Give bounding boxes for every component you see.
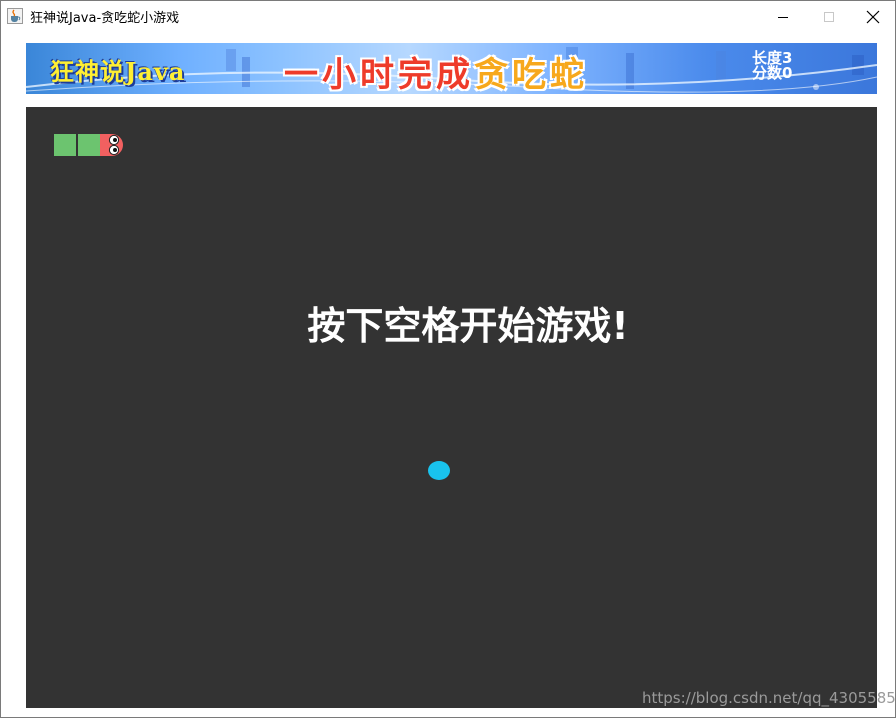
- banner-brand-text: 狂神说Java: [50, 57, 186, 86]
- close-button[interactable]: [850, 1, 895, 32]
- header-banner: 狂神说Java 一小时完成贪吃蛇 长度3 分数0: [26, 43, 877, 94]
- score-panel: 长度3 分数0: [752, 51, 792, 81]
- score-label: 分数0: [752, 64, 793, 82]
- snake-head-icon: [100, 134, 123, 156]
- food-pellet: [428, 461, 450, 480]
- minimize-button[interactable]: [760, 1, 806, 32]
- maximize-icon: [824, 11, 834, 22]
- title-bar[interactable]: 狂神说Java-贪吃蛇小游戏: [1, 1, 895, 32]
- maximize-button[interactable]: [806, 1, 852, 32]
- start-game-message: 按下空格开始游戏!: [307, 304, 629, 348]
- watermark-url: https://blog.csdn.net/qq_43055855: [642, 689, 896, 707]
- banner-headline-part1: 一小时完成: [284, 55, 474, 94]
- game-window: 狂神说Java-贪吃蛇小游戏 狂神说Java 一小时完成贪吃蛇 长度3 分数0 …: [0, 0, 896, 718]
- window-title: 狂神说Java-贪吃蛇小游戏: [30, 11, 180, 26]
- java-cup-icon[interactable]: [7, 8, 23, 24]
- minimize-icon: [778, 16, 788, 18]
- game-board[interactable]: 按下空格开始游戏!: [26, 107, 877, 708]
- banner-headline: 一小时完成贪吃蛇: [284, 47, 588, 94]
- banner-headline-part2: 贪吃蛇: [474, 55, 588, 94]
- snake-body-segment: [78, 134, 100, 156]
- snake-body-segment: [54, 134, 76, 156]
- close-icon: [866, 10, 880, 23]
